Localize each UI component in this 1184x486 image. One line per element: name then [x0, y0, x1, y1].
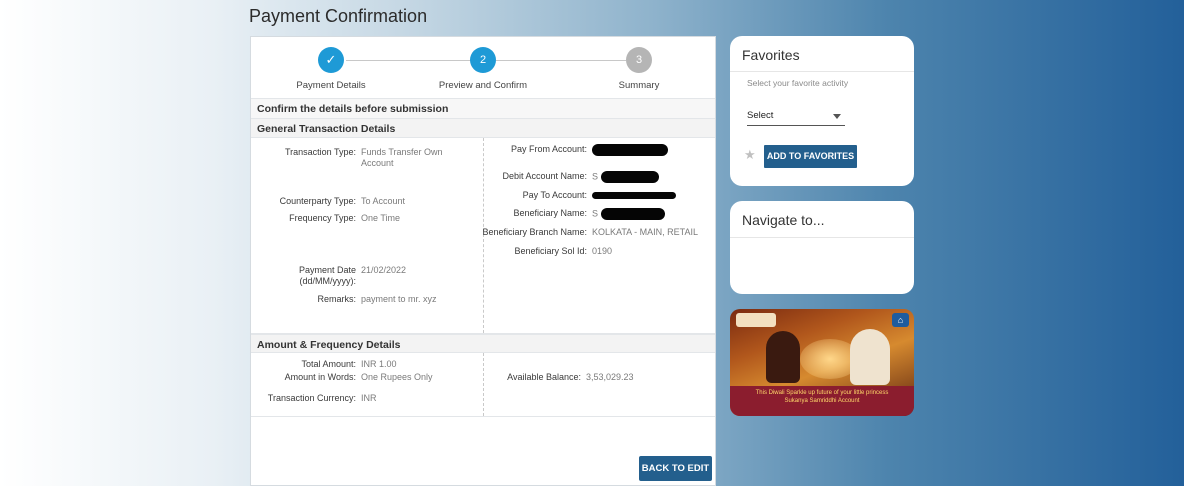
pay-to-row: Pay To Account: — [523, 190, 676, 201]
sol-id-row: Beneficiary Sol Id: 0190 — [514, 246, 613, 257]
frequency-type-row: Frequency Type: One Time — [289, 213, 401, 224]
field-label: Debit Account Name: — [502, 171, 587, 181]
field-value: INR 1.00 — [361, 359, 397, 369]
banner-caption: This Diwali Sparkle up future of your li… — [730, 386, 914, 416]
field-label: Counterparty Type: — [279, 196, 356, 206]
field-value: 3,53,029.23 — [586, 372, 634, 382]
field-value: To Account — [361, 196, 406, 206]
step-label: Summary — [618, 80, 660, 91]
total-amount-row: Total Amount: INR 1.00 — [301, 359, 397, 370]
chevron-down-icon — [833, 114, 841, 119]
back-to-edit-button[interactable]: BACK TO EDIT — [639, 456, 712, 481]
banner-figure — [766, 331, 800, 383]
brand-icon: ⌂ — [892, 313, 909, 327]
available-balance-row: Available Balance: 3,53,029.23 — [507, 372, 634, 383]
field-value: One Time — [361, 213, 401, 223]
field-value: S — [592, 171, 599, 182]
field-value: Funds Transfer Own Account — [361, 147, 443, 168]
counterparty-type-row: Counterparty Type: To Account — [280, 196, 406, 207]
field-value: INR — [361, 393, 377, 403]
field-label: Beneficiary Branch Name: — [482, 227, 587, 237]
banner-figure — [850, 329, 890, 385]
add-to-favorites-button[interactable]: ADD TO FAVORITES — [764, 145, 857, 168]
branch-name-row: Beneficiary Branch Name: KOLKATA - MAIN,… — [482, 227, 699, 238]
step-number: 3 — [626, 47, 652, 73]
field-value: KOLKATA - MAIN, RETAIL — [592, 227, 699, 237]
field-label: Frequency Type: — [289, 213, 356, 223]
promo-banner[interactable]: ⌂ This Diwali Sparkle up future of your … — [730, 309, 914, 416]
step-preview-confirm: 2 Preview and Confirm — [418, 47, 548, 91]
field-label: Pay From Account: — [510, 144, 587, 154]
banner-line1: This Diwali Sparkle up future of your li… — [755, 390, 889, 396]
banner-line2: Sukanya Samriddhi Account — [784, 398, 860, 404]
field-label: Transaction Type: — [284, 147, 356, 157]
field-value: payment to mr. xyz — [361, 294, 437, 304]
debit-name-row: Debit Account Name: S — [502, 171, 659, 183]
general-heading: General Transaction Details — [251, 119, 715, 138]
confirm-heading: Confirm the details before submission — [251, 99, 715, 119]
favorites-subtitle: Select your favorite activity — [730, 71, 914, 94]
check-icon: ✓ — [318, 47, 344, 73]
step-label: Payment Details — [296, 80, 366, 91]
transaction-type-row: Transaction Type: Funds Transfer Own Acc… — [285, 147, 471, 169]
field-label: Amount in Words: — [284, 372, 356, 382]
field-label: Total Amount: — [301, 359, 356, 369]
field-label: Payment Date (dd/MM/yyyy): — [298, 265, 356, 286]
field-label: Transaction Currency: — [267, 393, 356, 403]
amount-heading: Amount & Frequency Details — [251, 334, 715, 353]
redacted-value — [600, 171, 659, 183]
navigate-card: Navigate to... — [730, 201, 914, 294]
field-label: Beneficiary Sol Id: — [514, 246, 587, 256]
star-icon[interactable]: ★ — [744, 147, 756, 163]
currency-row: Transaction Currency: INR — [268, 393, 377, 404]
redacted-value — [592, 144, 668, 156]
stepper: ✓ Payment Details 2 Preview and Confirm … — [251, 37, 715, 99]
favorites-card: Favorites Select your favorite activity … — [730, 36, 914, 186]
select-value: Select — [747, 110, 774, 121]
favorite-activity-select[interactable]: Select — [747, 108, 845, 126]
remarks-row: Remarks: payment to mr. xyz — [317, 294, 437, 305]
field-label: Remarks: — [317, 294, 356, 304]
payment-panel: ✓ Payment Details 2 Preview and Confirm … — [250, 36, 716, 486]
amount-details: Total Amount: INR 1.00 Amount in Words: … — [251, 353, 715, 417]
step-summary: 3 Summary — [574, 47, 704, 91]
pay-from-row: Pay From Account: — [511, 144, 668, 156]
navigate-title: Navigate to... — [730, 201, 914, 238]
payment-date-row: Payment Date (dd/MM/yyyy): 21/02/2022 — [299, 265, 407, 286]
field-value: S — [592, 208, 599, 219]
field-label: Pay To Account: — [522, 190, 587, 200]
redacted-value — [600, 208, 665, 220]
step-number: 2 — [470, 47, 496, 73]
field-value: 0190 — [592, 246, 613, 256]
field-value: One Rupees Only — [361, 372, 433, 382]
amount-words-row: Amount in Words: One Rupees Only — [285, 372, 433, 383]
field-label: Available Balance: — [507, 372, 581, 382]
beneficiary-name-row: Beneficiary Name: S — [513, 208, 665, 220]
step-payment-details: ✓ Payment Details — [266, 47, 396, 91]
favorites-title: Favorites — [742, 47, 800, 63]
page-title: Payment Confirmation — [249, 6, 428, 26]
bank-logo — [736, 313, 776, 327]
column-divider — [483, 353, 484, 416]
field-label: Beneficiary Name: — [513, 208, 587, 218]
step-label: Preview and Confirm — [438, 80, 528, 91]
field-value: 21/02/2022 — [361, 265, 407, 275]
redacted-value — [592, 192, 676, 200]
general-details: Transaction Type: Funds Transfer Own Acc… — [251, 138, 715, 334]
